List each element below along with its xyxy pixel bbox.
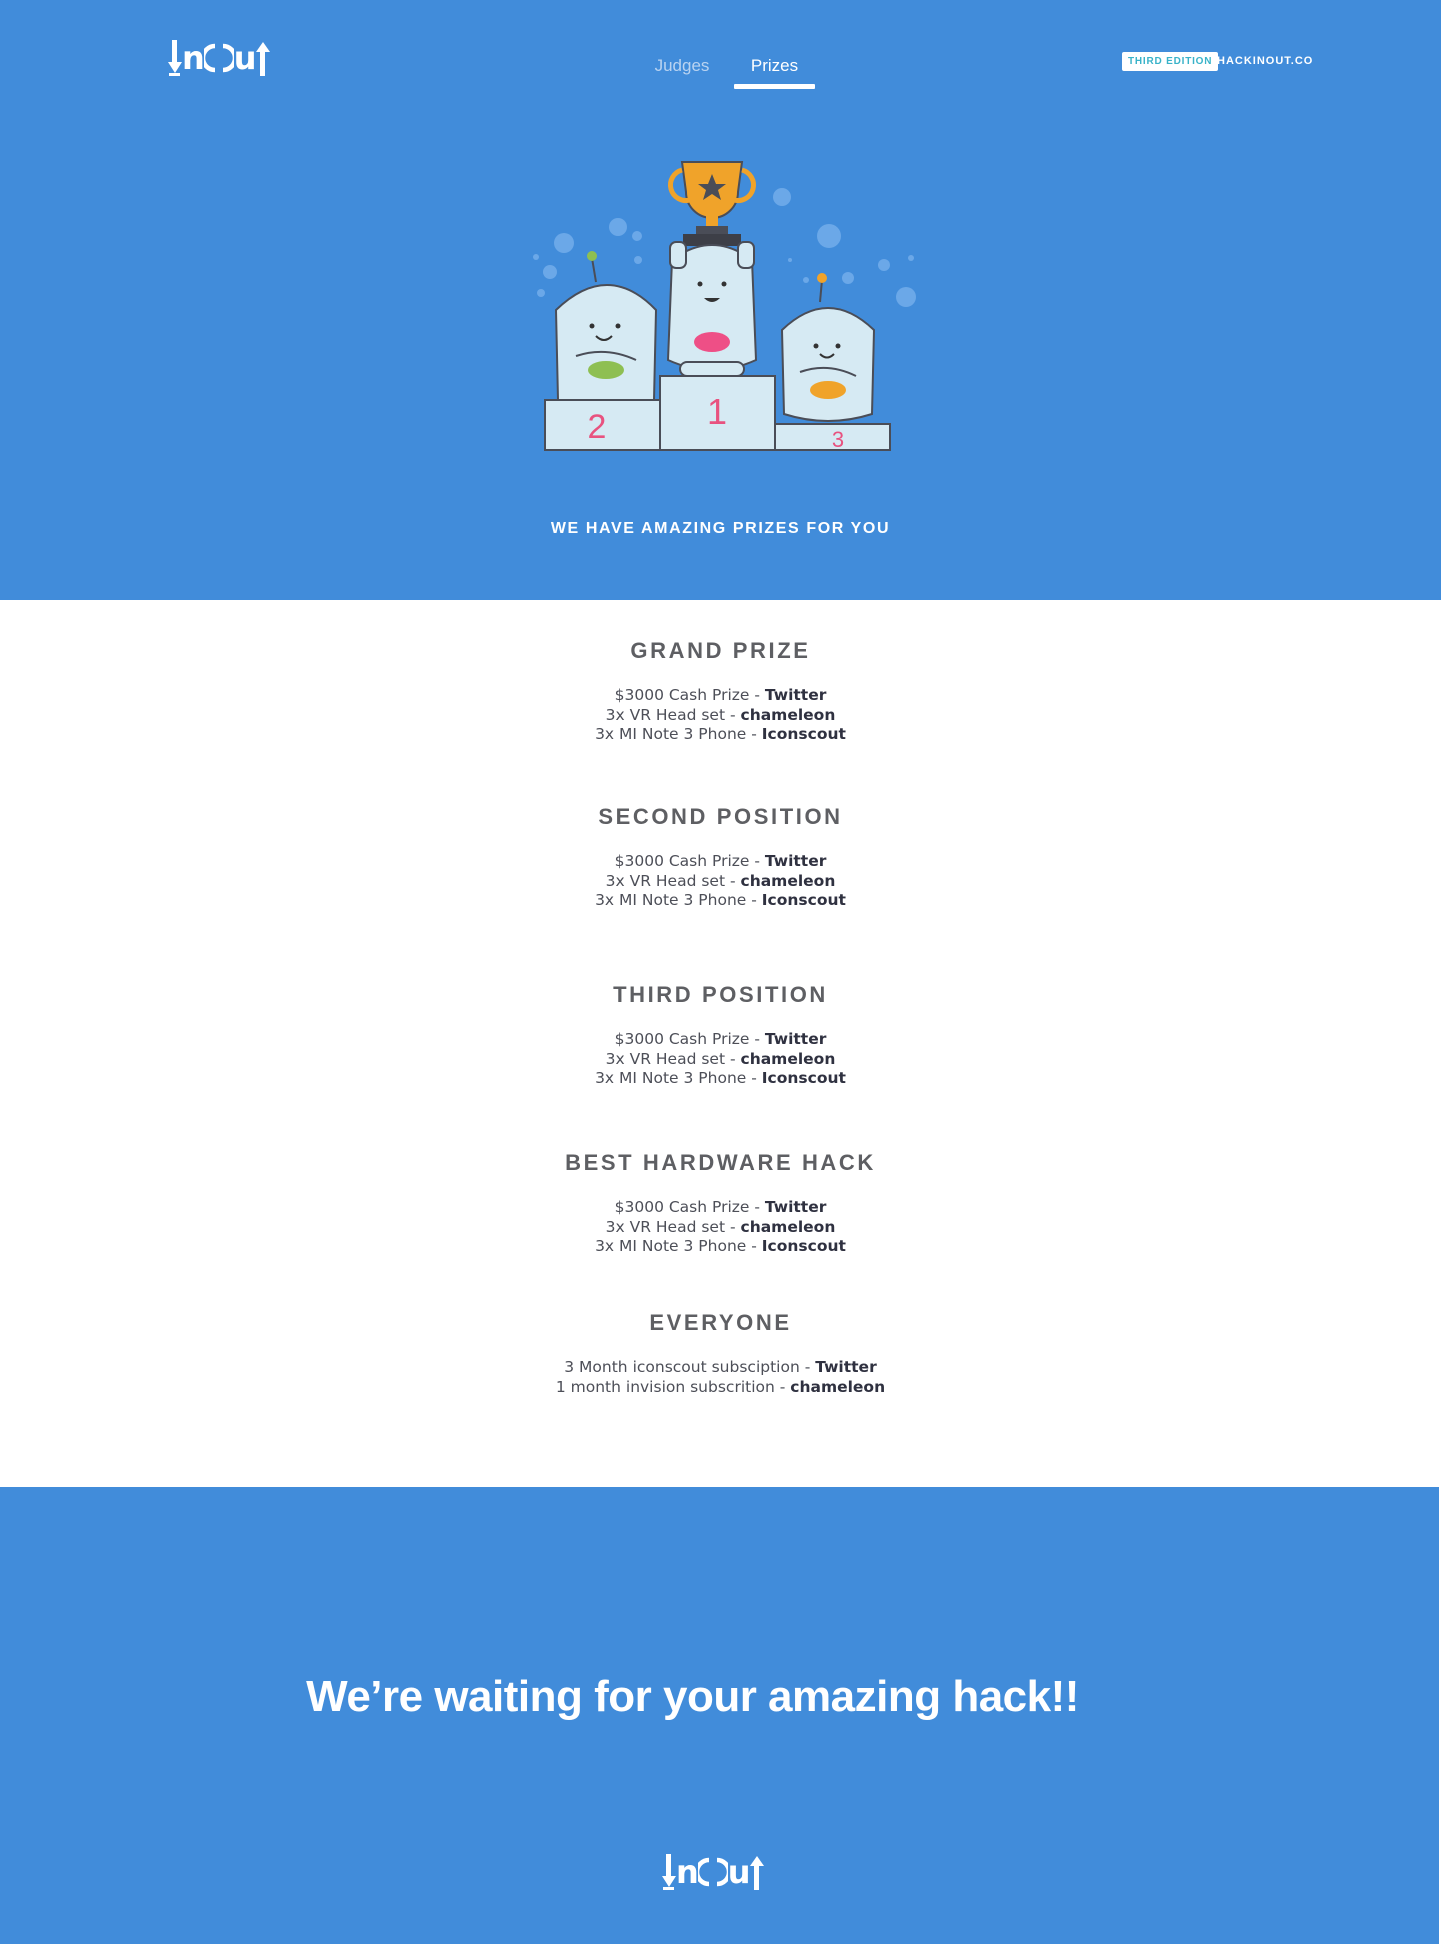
prize-everyone: EVERYONE 3 Month iconscout subsciption -… bbox=[0, 1310, 1441, 1397]
prize-title: THIRD POSITION bbox=[613, 982, 828, 1007]
prize-lines: $3000 Cash Prize - Twitter 3x VR Head se… bbox=[0, 1198, 1441, 1257]
sponsor-name: Twitter bbox=[815, 1358, 877, 1376]
prize-line: $3000 Cash Prize - Twitter bbox=[614, 852, 827, 870]
sponsor-name: Twitter bbox=[764, 852, 827, 870]
logo-ring-icon bbox=[697, 1857, 728, 1887]
sponsor-name: chameleon bbox=[740, 1049, 836, 1068]
edition-badge: THIRD EDITION bbox=[1122, 52, 1219, 71]
site-link[interactable]: HACKINOUT.CO bbox=[1217, 52, 1313, 71]
logo-text-in: n bbox=[676, 1853, 699, 1891]
prize-line: 3x MI Note 3 Phone - Iconscout bbox=[595, 891, 846, 909]
footer: We’re waiting for your amazing hack!! n … bbox=[0, 1487, 1441, 1944]
footer-inout-logo[interactable]: n u bbox=[662, 1852, 764, 1892]
prize-lines: 3 Month iconscout subsciption - Twitter … bbox=[0, 1358, 1441, 1397]
nav-judges[interactable]: Judges bbox=[642, 56, 722, 76]
prize-line: 3x VR Head set - chameleon bbox=[605, 1049, 836, 1068]
prize-lines: $3000 Cash Prize - Twitter 3x VR Head se… bbox=[0, 686, 1441, 745]
sponsor-name: chameleon bbox=[740, 705, 836, 724]
prize-line: 3x MI Note 3 Phone - Iconscout bbox=[595, 725, 846, 743]
prize-second: SECOND POSITION $3000 Cash Prize - Twitt… bbox=[0, 804, 1441, 911]
sponsor-name: chameleon bbox=[740, 871, 836, 890]
footer-message: We’re waiting for your amazing hack!! bbox=[306, 1672, 1079, 1721]
sponsor-name: chameleon bbox=[790, 1377, 886, 1396]
prize-line: 1 month invision subscrition - chameleon bbox=[555, 1377, 886, 1396]
podium-number-3: 3 bbox=[832, 427, 844, 452]
prize-grand: GRAND PRIZE $3000 Cash Prize - Twitter 3… bbox=[0, 638, 1441, 745]
podium-number-2: 2 bbox=[588, 408, 607, 446]
prize-line: $3000 Cash Prize - Twitter bbox=[614, 1030, 827, 1048]
up-arrow-icon bbox=[749, 1856, 764, 1890]
prize-title: SECOND POSITION bbox=[598, 804, 843, 829]
sponsor-name: Twitter bbox=[764, 1198, 827, 1216]
sponsor-name: Twitter bbox=[764, 1030, 827, 1048]
hero-tagline: WE HAVE AMAZING PRIZES FOR YOU bbox=[550, 520, 891, 537]
prize-lines: $3000 Cash Prize - Twitter 3x VR Head se… bbox=[0, 1030, 1441, 1089]
prize-title: GRAND PRIZE bbox=[630, 638, 811, 663]
prize-line: 3x MI Note 3 Phone - Iconscout bbox=[595, 1237, 846, 1255]
hero-header: n u Judges Prizes THIRD EDITION HACKINOU… bbox=[0, 0, 1441, 600]
prize-line: $3000 Cash Prize - Twitter bbox=[614, 1198, 827, 1216]
prize-line: 3x VR Head set - chameleon bbox=[605, 705, 836, 724]
prize-hardware: BEST HARDWARE HACK $3000 Cash Prize - Tw… bbox=[0, 1150, 1441, 1257]
prize-third: THIRD POSITION $3000 Cash Prize - Twitte… bbox=[0, 982, 1441, 1089]
sponsor-name: Iconscout bbox=[761, 1237, 846, 1255]
sponsor-name: Iconscout bbox=[761, 891, 846, 909]
podium-number-1: 1 bbox=[707, 391, 727, 432]
nav-active-underline bbox=[734, 84, 815, 89]
sponsor-name: chameleon bbox=[740, 1217, 836, 1236]
prize-lines: $3000 Cash Prize - Twitter 3x VR Head se… bbox=[0, 852, 1441, 911]
sponsor-name: Iconscout bbox=[761, 725, 846, 743]
trophy-icon bbox=[668, 161, 756, 246]
prize-title: EVERYONE bbox=[649, 1310, 792, 1335]
podium-illustration: 2 1 3 bbox=[533, 161, 916, 452]
third-character bbox=[780, 273, 876, 422]
second-character bbox=[554, 251, 658, 409]
prize-line: 3x VR Head set - chameleon bbox=[605, 871, 836, 890]
prize-line: 3x VR Head set - chameleon bbox=[605, 1217, 836, 1236]
prize-line: 3 Month iconscout subsciption - Twitter bbox=[564, 1358, 877, 1376]
prize-title: BEST HARDWARE HACK bbox=[565, 1150, 876, 1175]
prize-line: $3000 Cash Prize - Twitter bbox=[614, 686, 827, 704]
winner-character bbox=[666, 241, 758, 377]
prize-line: 3x MI Note 3 Phone - Iconscout bbox=[595, 1069, 846, 1087]
sponsor-name: Iconscout bbox=[761, 1069, 846, 1087]
logo-text-u: u bbox=[727, 1853, 751, 1891]
sponsor-name: Twitter bbox=[764, 686, 827, 704]
nav-prizes[interactable]: Prizes bbox=[734, 56, 815, 76]
down-arrow-icon bbox=[662, 1854, 676, 1890]
